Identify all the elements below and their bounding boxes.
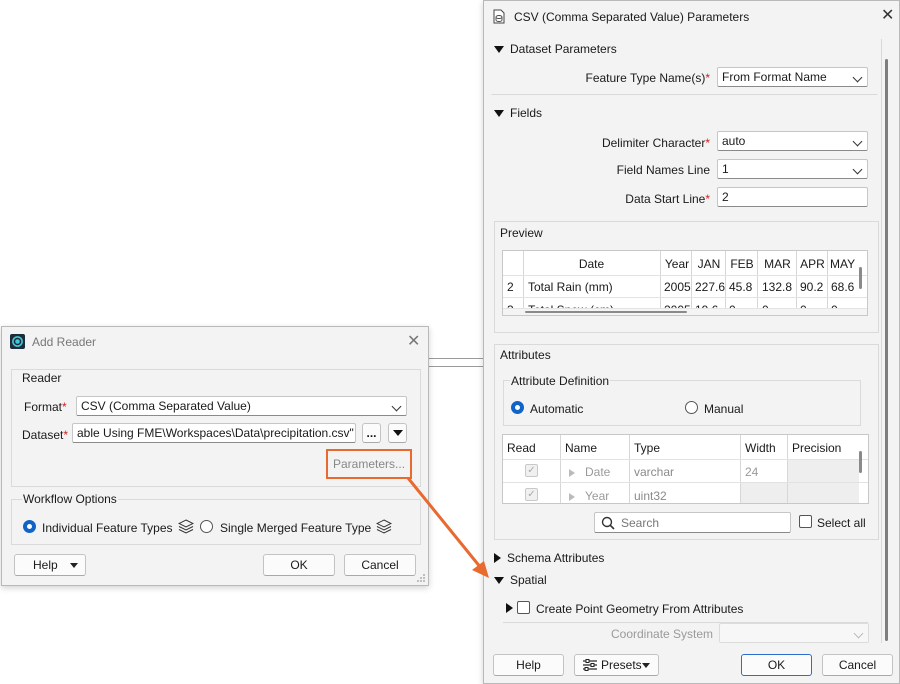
annotation-arrow <box>406 477 489 578</box>
